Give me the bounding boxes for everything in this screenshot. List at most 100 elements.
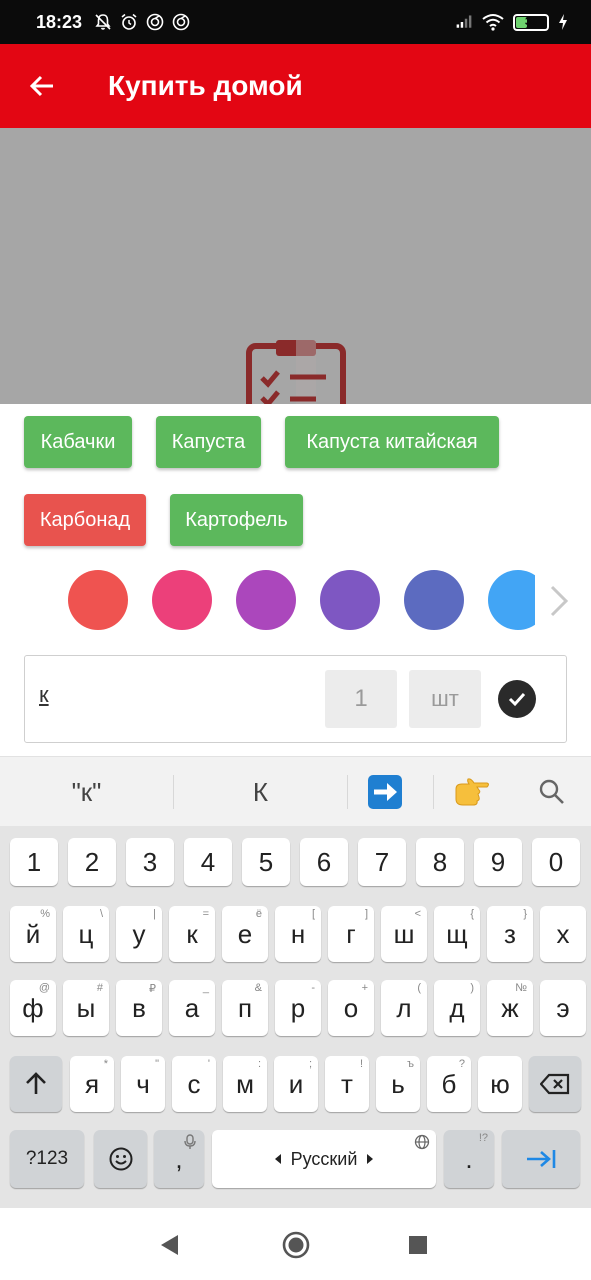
key-letter[interactable]: её [222,906,268,962]
suggestion-chip[interactable]: Карбонад [24,494,146,546]
screen: 18:23 35 Купить домой Кабачки Капуста Ка… [0,0,591,1280]
triangle-left-icon [274,1154,281,1164]
suggestion-capital[interactable]: К [174,757,347,827]
key-letter[interactable]: з} [487,906,533,962]
key-letter[interactable]: ьъ [376,1056,420,1112]
key-space[interactable]: Русский [212,1130,436,1188]
color-picker [0,570,591,632]
charging-icon [557,13,569,31]
key-digit[interactable]: 9 [474,838,522,886]
nav-recents-icon[interactable] [408,1235,428,1255]
notifications-off-icon [94,13,112,31]
suggestion-quoted[interactable]: "к" [0,757,173,827]
item-name-input[interactable]: к [39,682,49,708]
key-digit[interactable]: 0 [532,838,580,886]
signal-icon [455,13,473,31]
key-letter[interactable]: д) [434,980,480,1036]
triangle-right-icon [367,1154,374,1164]
key-letter[interactable]: ы # [63,980,109,1036]
chevron-right-icon[interactable] [544,584,572,618]
key-digit[interactable]: 1 [10,838,58,886]
key-letter[interactable]: ч " [121,1056,165,1112]
color-swatch[interactable] [68,570,128,630]
key-digit[interactable]: 2 [68,838,116,886]
key-letter[interactable]: к = [169,906,215,962]
key-digit[interactable]: 8 [416,838,464,886]
color-swatch[interactable] [488,570,535,630]
key-letter[interactable]: п & [222,980,268,1036]
key-period[interactable]: . !? [444,1130,494,1188]
nav-home-icon[interactable] [281,1230,311,1260]
suggestion-chip[interactable]: Кабачки [24,416,132,468]
tab-arrow-icon [527,1150,556,1168]
key-letter[interactable]: т! [325,1056,369,1112]
sync-icon [146,13,164,31]
key-letter[interactable]: а _ [169,980,215,1036]
key-digit[interactable]: 3 [126,838,174,886]
suggestion-chip[interactable]: Капуста китайская [285,416,499,468]
key-letter[interactable]: ж № [487,980,533,1036]
key-letter[interactable]: й% [10,906,56,962]
add-item-sheet: Кабачки Капуста Капуста китайская Карбон… [0,404,591,756]
key-letter[interactable]: г] [328,906,374,962]
nav-back-icon[interactable] [158,1233,182,1257]
suggestion-chip[interactable]: Картофель [170,494,303,546]
keyboard: ?123 , Русский . !? 1 2 3 4 5 6 7 8 9 0 й% ц \ у | к = е ё… [0,826,591,1208]
key-letter[interactable]: р- [275,980,321,1036]
key-letter[interactable]: я * [70,1056,114,1112]
sync-icon [172,13,190,31]
color-swatch[interactable] [236,570,296,630]
color-swatch[interactable] [320,570,380,630]
arrow-right-icon [368,775,402,809]
quantity-field[interactable]: 1 [325,670,397,728]
key-letter[interactable]: у | [116,906,162,962]
key-letter[interactable]: э [540,980,586,1036]
key-digit[interactable]: 6 [300,838,348,886]
key-letter[interactable]: и; [274,1056,318,1112]
key-next[interactable] [502,1130,580,1188]
color-swatch[interactable] [404,570,464,630]
key-digit[interactable]: 5 [242,838,290,886]
navigation-bar [0,1208,591,1280]
key-letter[interactable]: ш < [381,906,427,962]
key-letter[interactable]: м: [223,1056,267,1112]
key-letter[interactable]: б? [427,1056,471,1112]
search-icon-button[interactable] [520,757,584,827]
key-symbols[interactable]: ?123 [10,1130,84,1188]
item-input-card: к 1 шт [24,655,567,743]
unit-selector[interactable]: шт [409,670,481,728]
arrow-right-emoji-suggestion[interactable] [348,757,422,827]
key-digit[interactable]: 4 [184,838,232,886]
battery-icon: 35 [513,13,549,31]
confirm-button[interactable] [498,680,536,718]
key-letter[interactable]: щ{ [434,906,480,962]
clipboard-list-icon [246,340,346,404]
pointing-hand-icon [455,778,489,806]
page-title: Купить домой [108,70,303,101]
key-comma[interactable]: , [154,1130,204,1188]
key-letter[interactable]: ц \ [63,906,109,962]
key-digit[interactable]: 7 [358,838,406,886]
color-swatch[interactable] [152,570,212,630]
key-letter[interactable]: о + [328,980,374,1036]
key-shift[interactable] [10,1056,62,1112]
search-icon [539,779,564,804]
color-list [0,570,535,632]
status-left-icons [94,13,190,31]
key-letter[interactable]: ф @ [10,980,56,1036]
status-bar: 18:23 35 [0,0,591,44]
key-letter[interactable]: х [540,906,586,962]
key-letter[interactable]: ю [478,1056,522,1112]
key-emoji[interactable] [94,1130,147,1188]
key-letter[interactable]: н[ [275,906,321,962]
suggestion-chip[interactable]: Капуста [156,416,261,468]
arrow-back-icon [29,75,53,97]
scrim[interactable] [0,128,591,404]
status-time: 18:23 [36,11,83,32]
back-button[interactable] [0,44,84,128]
key-letter[interactable]: с ' [172,1056,216,1112]
key-backspace[interactable] [529,1056,581,1112]
pointing-hand-emoji-suggestion[interactable] [434,757,510,827]
key-letter[interactable]: л( [381,980,427,1036]
key-letter[interactable]: в ₽ [116,980,162,1036]
